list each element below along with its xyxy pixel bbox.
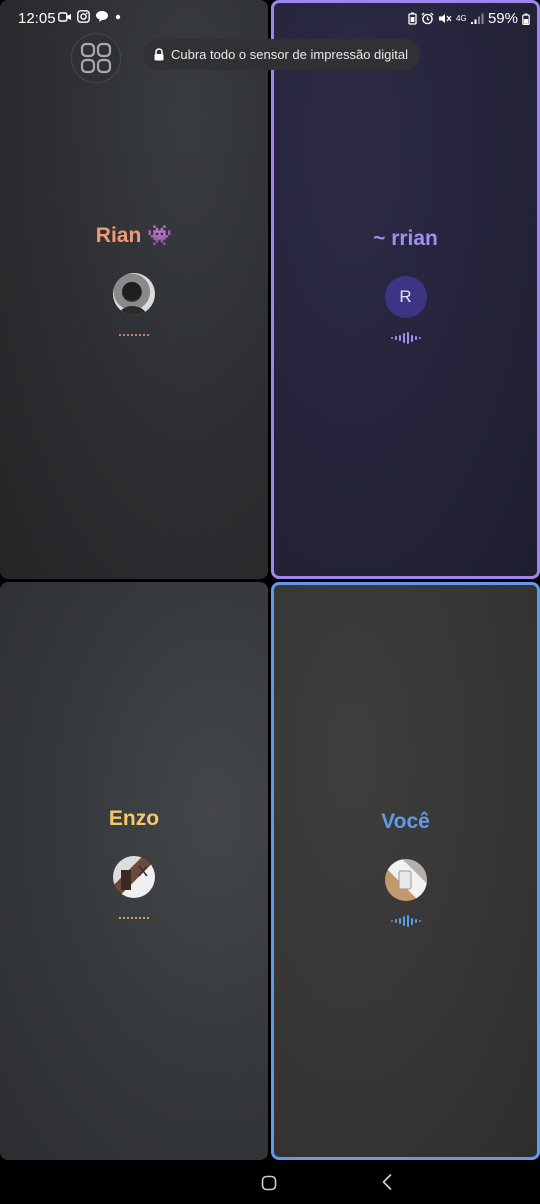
status-bar: 12:05 4G 59% <box>0 0 540 36</box>
avatar-letter: R <box>399 287 412 306</box>
audio-wave-icon <box>119 329 149 341</box>
participant-tile-rrian[interactable]: ~ rrian R <box>271 0 540 579</box>
wave-bar <box>414 919 417 923</box>
wave-bar <box>135 917 137 919</box>
battery-percent: 59% <box>487 10 518 27</box>
participant-name: Você <box>381 808 430 836</box>
wave-bar <box>147 917 149 919</box>
wave-bar <box>418 337 421 339</box>
participant-emoji: 👾 <box>147 225 173 247</box>
participant-info: Rian 👾 <box>0 222 268 341</box>
wave-bar <box>390 920 393 922</box>
4g-icon: 4G <box>455 13 467 23</box>
wave-bar <box>398 335 401 341</box>
wave-bar <box>131 917 133 919</box>
wave-bar <box>127 917 129 919</box>
wave-bar <box>119 334 121 336</box>
participant-name-text: Rian <box>95 224 142 247</box>
status-time: 12:05 <box>18 10 56 27</box>
alarm-icon <box>421 12 434 25</box>
participant-info: Enzo <box>0 805 268 924</box>
participant-name-text: ~ rrian <box>373 227 438 250</box>
wave-bar <box>123 334 125 336</box>
audio-wave-icon <box>119 912 149 924</box>
avatar: R <box>384 276 427 318</box>
battery-saver-icon <box>408 12 417 25</box>
wave-bar <box>123 917 125 919</box>
wave-bar <box>406 332 409 344</box>
wave-bar <box>398 918 401 924</box>
instagram-icon <box>77 10 90 23</box>
wave-bar <box>418 920 421 922</box>
battery-icon <box>522 13 530 25</box>
dot-icon <box>115 14 121 19</box>
avatar-photo-icon <box>119 282 147 315</box>
avatar <box>113 273 155 315</box>
wave-bar <box>139 334 141 336</box>
video-icon <box>58 11 71 22</box>
participant-tile-voce[interactable]: Você <box>271 582 540 1160</box>
participant-info: ~ rrian R <box>274 225 537 344</box>
wave-bar <box>127 334 129 336</box>
wave-bar <box>131 334 133 336</box>
grid-icon <box>80 42 112 74</box>
participant-name: Enzo <box>109 805 159 833</box>
back-icon[interactable] <box>381 1173 393 1191</box>
wave-bar <box>139 917 141 919</box>
audio-wave-icon <box>390 332 421 344</box>
wave-bar <box>390 337 393 339</box>
wave-bar <box>119 917 121 919</box>
wave-bar <box>410 334 413 342</box>
avatar <box>384 859 427 901</box>
toast-message: Cubra todo o sensor de impressão digital <box>171 47 409 62</box>
wave-bar <box>406 915 409 927</box>
avatar-photo-icon <box>121 865 148 890</box>
participant-tile-enzo[interactable]: Enzo <box>0 582 268 1160</box>
audio-wave-icon <box>390 915 421 927</box>
participant-name-text: Você <box>381 810 430 833</box>
wave-bar <box>135 334 137 336</box>
home-icon[interactable] <box>261 1175 277 1191</box>
wave-bar <box>147 334 149 336</box>
signal-icon <box>470 13 484 24</box>
system-icons: 4G 59% <box>408 10 530 27</box>
mute-icon <box>438 14 452 23</box>
wave-bar <box>394 336 397 340</box>
navigation-bar <box>0 1160 540 1204</box>
wave-bar <box>143 917 145 919</box>
call-screen: Rian 👾 ~ rrian R Enzo Você 12:05 4G 59% … <box>0 0 540 1204</box>
fingerprint-toast: Cubra todo o sensor de impressão digital <box>143 39 421 70</box>
wave-bar <box>410 917 413 925</box>
avatar <box>113 856 155 898</box>
wave-bar <box>414 336 417 340</box>
participant-name: ~ rrian <box>373 225 438 253</box>
participant-name-text: Enzo <box>108 807 160 830</box>
participant-name: Rian 👾 <box>96 222 172 250</box>
chat-bubble-icon <box>96 11 108 22</box>
participant-tile-rian[interactable]: Rian 👾 <box>0 0 268 579</box>
avatar-photo-icon <box>398 870 411 890</box>
wave-bar <box>394 919 397 923</box>
lock-icon <box>154 48 164 61</box>
notification-icons <box>58 10 122 23</box>
wave-bar <box>402 916 405 926</box>
layout-grid-button[interactable] <box>71 33 121 83</box>
participant-info: Você <box>274 808 537 927</box>
wave-bar <box>143 334 145 336</box>
wave-bar <box>402 333 405 343</box>
